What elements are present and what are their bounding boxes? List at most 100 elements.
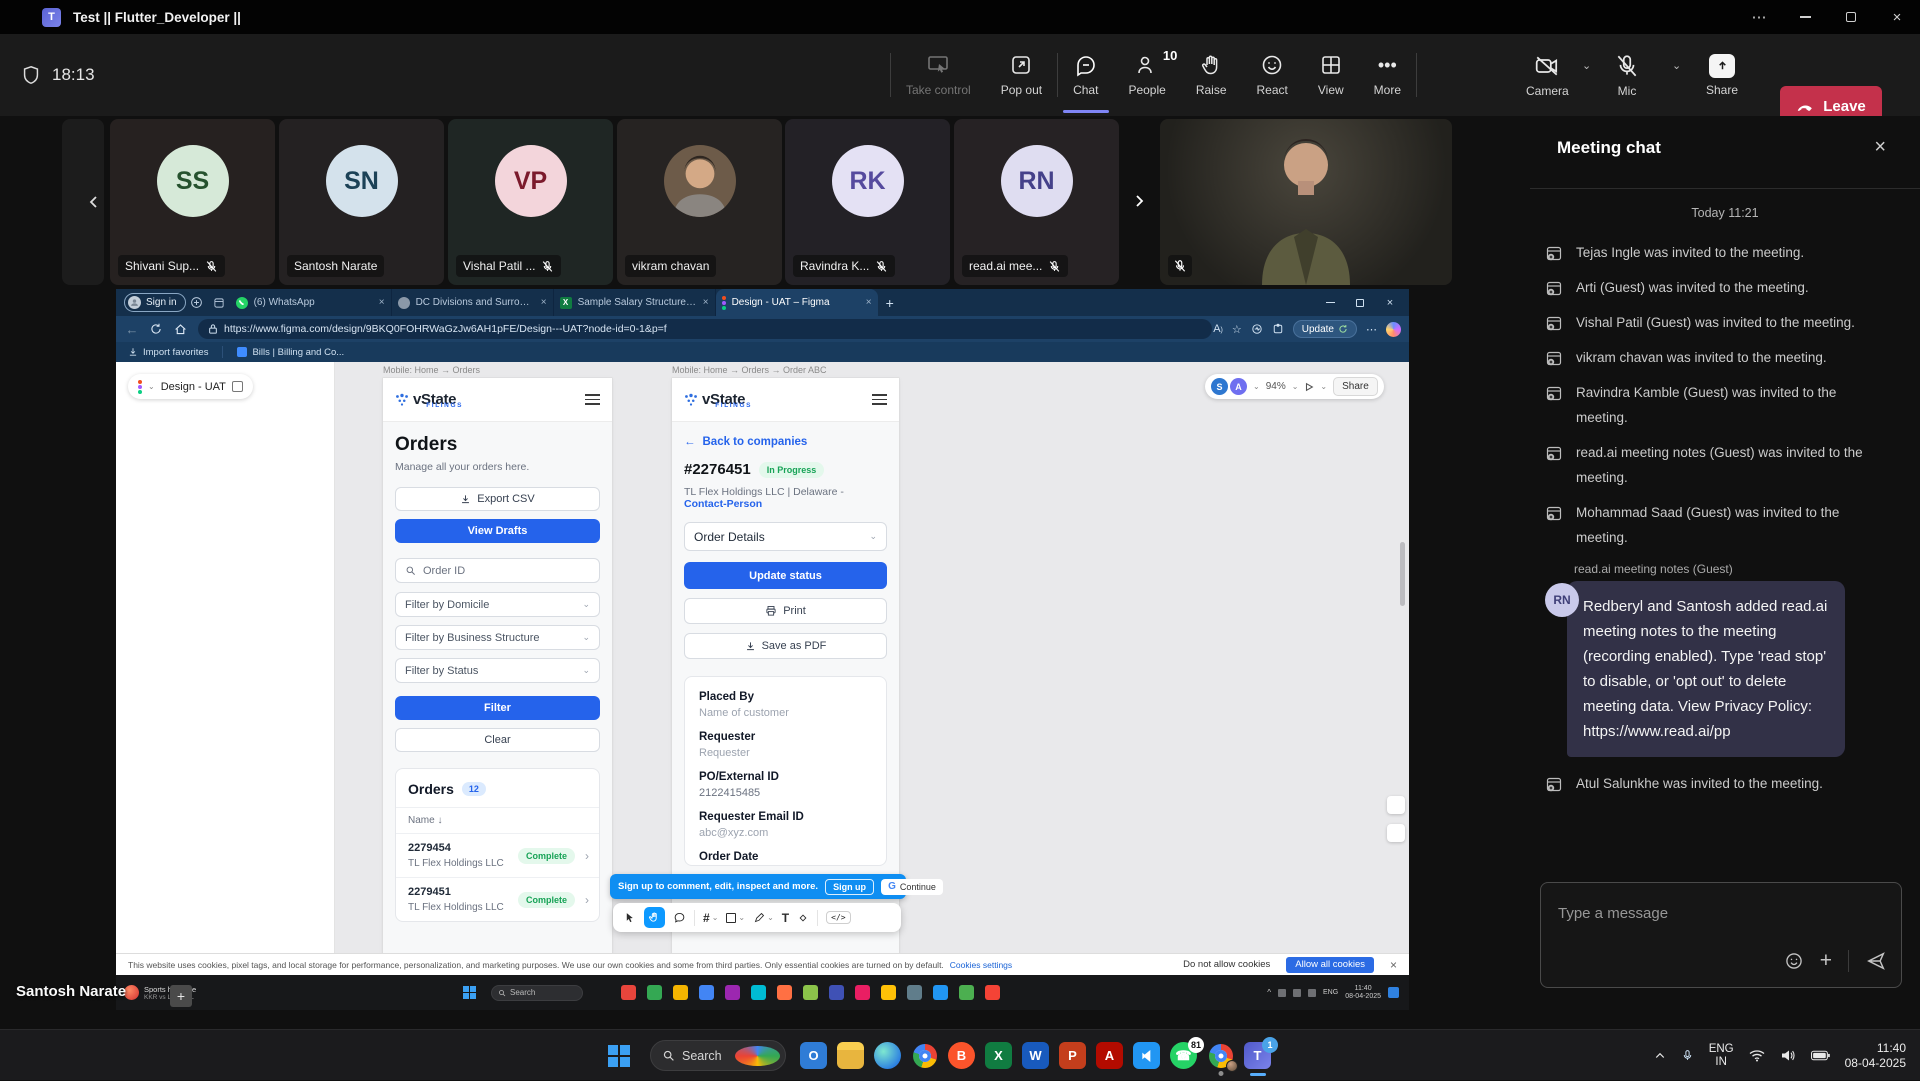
taskbar-whatsapp-icon[interactable]: ☎ 81 xyxy=(1170,1042,1197,1069)
comment-tool-icon[interactable] xyxy=(673,911,686,924)
emoji-icon[interactable] xyxy=(1784,951,1804,971)
browser-close-button[interactable]: × xyxy=(1375,289,1405,316)
participant-tile[interactable]: SN Santosh Narate xyxy=(279,119,444,285)
window-more-icon[interactable]: ⋯ xyxy=(1736,0,1782,34)
taskbar-word-icon[interactable]: W xyxy=(1022,1042,1049,1069)
copilot-icon[interactable] xyxy=(1386,322,1401,337)
canvas-floating-button[interactable] xyxy=(1387,824,1405,842)
close-tab-icon[interactable]: × xyxy=(703,297,709,308)
new-tab-button[interactable]: + xyxy=(886,295,894,311)
order-row[interactable]: 2279451TL Flex Holdings LLC Complete › xyxy=(396,878,599,921)
zoom-level[interactable]: 94% xyxy=(1266,381,1286,392)
mic-button[interactable]: Mic xyxy=(1614,34,1640,116)
language-indicator[interactable]: ENGIN xyxy=(1709,1043,1734,1069)
name-column-header[interactable]: Name ↓ xyxy=(396,807,599,834)
close-tab-icon[interactable]: × xyxy=(379,297,385,308)
back-icon[interactable]: ← xyxy=(120,322,144,337)
people-button[interactable]: 10 People xyxy=(1113,34,1180,116)
filter-business-structure-select[interactable]: Filter by Business Structure⌄ xyxy=(395,625,600,650)
shared-start-button[interactable] xyxy=(463,986,476,999)
export-csv-button[interactable]: Export CSV xyxy=(395,487,600,511)
taskbar-folder-icon[interactable] xyxy=(837,1042,864,1069)
taskbar-acrobat-icon[interactable]: A xyxy=(1096,1042,1123,1069)
start-button[interactable] xyxy=(608,1045,630,1067)
print-button[interactable]: Print xyxy=(684,598,887,624)
shared-system-tray[interactable]: ^ ENG 11:4008-04-2025 xyxy=(1267,985,1399,1001)
figma-doc-pill[interactable]: ⌄ Design - UAT xyxy=(128,374,253,399)
browser-menu-icon[interactable]: ⋯ xyxy=(1366,323,1377,336)
tab-actions-icon[interactable] xyxy=(208,297,230,309)
figma-share-button[interactable]: Share xyxy=(1333,377,1378,396)
browser-tab-salary-sheet[interactable]: X Sample Salary Structure with calc× xyxy=(554,289,716,316)
camera-options-chevron[interactable]: ⌄ xyxy=(1582,34,1591,116)
resources-tool-icon[interactable] xyxy=(797,912,809,924)
order-id-search-input[interactable]: Order ID xyxy=(395,558,600,583)
canvas-scrollbar[interactable] xyxy=(1400,542,1405,606)
taskbar-powerpoint-icon[interactable]: P xyxy=(1059,1042,1086,1069)
hamburger-menu-icon[interactable] xyxy=(585,394,600,405)
participant-tile[interactable]: SS Shivani Sup... xyxy=(110,119,275,285)
present-icon[interactable] xyxy=(1304,382,1314,392)
signup-button[interactable]: Sign up xyxy=(825,879,874,895)
close-button[interactable]: × xyxy=(1874,0,1920,34)
more-button[interactable]: ••• More xyxy=(1359,34,1416,116)
reload-icon[interactable] xyxy=(144,323,168,335)
address-bar[interactable]: https://www.figma.com/design/9BKQ0FOHRWa… xyxy=(198,319,1212,339)
attach-plus-icon[interactable]: + xyxy=(1820,949,1832,973)
filter-button[interactable]: Filter xyxy=(395,696,600,720)
frame-label[interactable]: Mobile: Home → Orders xyxy=(383,365,612,375)
taskbar-edge-icon[interactable] xyxy=(874,1042,901,1069)
close-tab-icon[interactable]: × xyxy=(541,297,547,308)
pop-out-button[interactable]: Pop out xyxy=(986,34,1057,116)
chevron-down-icon[interactable]: ⌄ xyxy=(148,382,155,391)
participants-scroll-left[interactable] xyxy=(62,119,104,285)
browser-update-button[interactable]: Update xyxy=(1293,320,1357,338)
maximize-button[interactable] xyxy=(1828,0,1874,34)
bookmark-bills[interactable]: Bills | Billing and Co... xyxy=(237,347,344,358)
taskbar-brave-icon[interactable]: B xyxy=(948,1042,975,1069)
cookie-close-icon[interactable]: × xyxy=(1390,958,1397,972)
taskbar-chrome-profile-icon[interactable] xyxy=(1207,1042,1234,1069)
taskbar-search-box[interactable]: Search xyxy=(650,1040,786,1071)
send-icon[interactable] xyxy=(1865,950,1887,972)
import-favorites-button[interactable]: Import favorites xyxy=(128,347,208,358)
view-button[interactable]: View xyxy=(1303,34,1359,116)
filter-domicile-select[interactable]: Filter by Domicile⌄ xyxy=(395,592,600,617)
chat-button[interactable]: Chat xyxy=(1058,34,1113,116)
react-button[interactable]: React xyxy=(1242,34,1303,116)
shared-search-box[interactable]: Search xyxy=(491,985,583,1001)
google-continue-button[interactable]: G Continue xyxy=(881,879,943,895)
browser-essentials-icon[interactable] xyxy=(1251,323,1263,335)
order-row[interactable]: 2279454TL Flex Holdings LLC Complete › xyxy=(396,834,599,878)
share-button[interactable]: Share xyxy=(1706,34,1738,116)
clock[interactable]: 11:4008-04-2025 xyxy=(1845,1041,1906,1071)
participant-tile[interactable]: VP Vishal Patil ... xyxy=(448,119,613,285)
browser-tab-whatsapp[interactable]: (6) WhatsApp× xyxy=(230,289,392,316)
chevron-down-icon[interactable]: ⌄ xyxy=(1320,382,1327,391)
home-icon[interactable] xyxy=(168,323,192,336)
cookie-settings-link[interactable]: Cookies settings xyxy=(950,960,1012,970)
text-tool-icon[interactable]: T xyxy=(782,911,789,925)
chevron-down-icon[interactable]: ⌄ xyxy=(1253,382,1260,391)
dev-mode-icon[interactable]: </> xyxy=(826,911,850,924)
favorite-star-icon[interactable]: ☆ xyxy=(1232,323,1242,336)
hand-tool-icon-selected[interactable] xyxy=(644,907,665,928)
cursor-tool-icon[interactable] xyxy=(623,911,636,924)
chat-message-input[interactable]: Type a message + xyxy=(1540,882,1902,988)
collaborator-avatar[interactable]: A xyxy=(1230,378,1247,395)
extensions-icon[interactable] xyxy=(1272,323,1284,335)
deny-cookies-link[interactable]: Do not allow cookies xyxy=(1183,959,1270,970)
volume-icon[interactable] xyxy=(1780,1049,1796,1062)
collaborator-avatar[interactable]: S xyxy=(1211,378,1228,395)
browser-tab-dc-divisions[interactable]: DC Divisions and Surroundings× xyxy=(392,289,554,316)
participant-tile[interactable]: vikram chavan xyxy=(617,119,782,285)
minimize-button[interactable] xyxy=(1782,0,1828,34)
shared-taskbar-icons[interactable] xyxy=(621,985,1000,1000)
order-details-select[interactable]: Order Details⌄ xyxy=(684,522,887,551)
participants-scroll-right[interactable] xyxy=(1126,188,1152,214)
pen-tool-icon[interactable]: ⌄ xyxy=(753,912,774,924)
taskbar-chrome-icon[interactable] xyxy=(911,1042,938,1069)
canvas-floating-button[interactable] xyxy=(1387,796,1405,814)
taskbar-vscode-icon[interactable] xyxy=(1133,1042,1160,1069)
browser-maximize-button[interactable] xyxy=(1345,289,1375,316)
